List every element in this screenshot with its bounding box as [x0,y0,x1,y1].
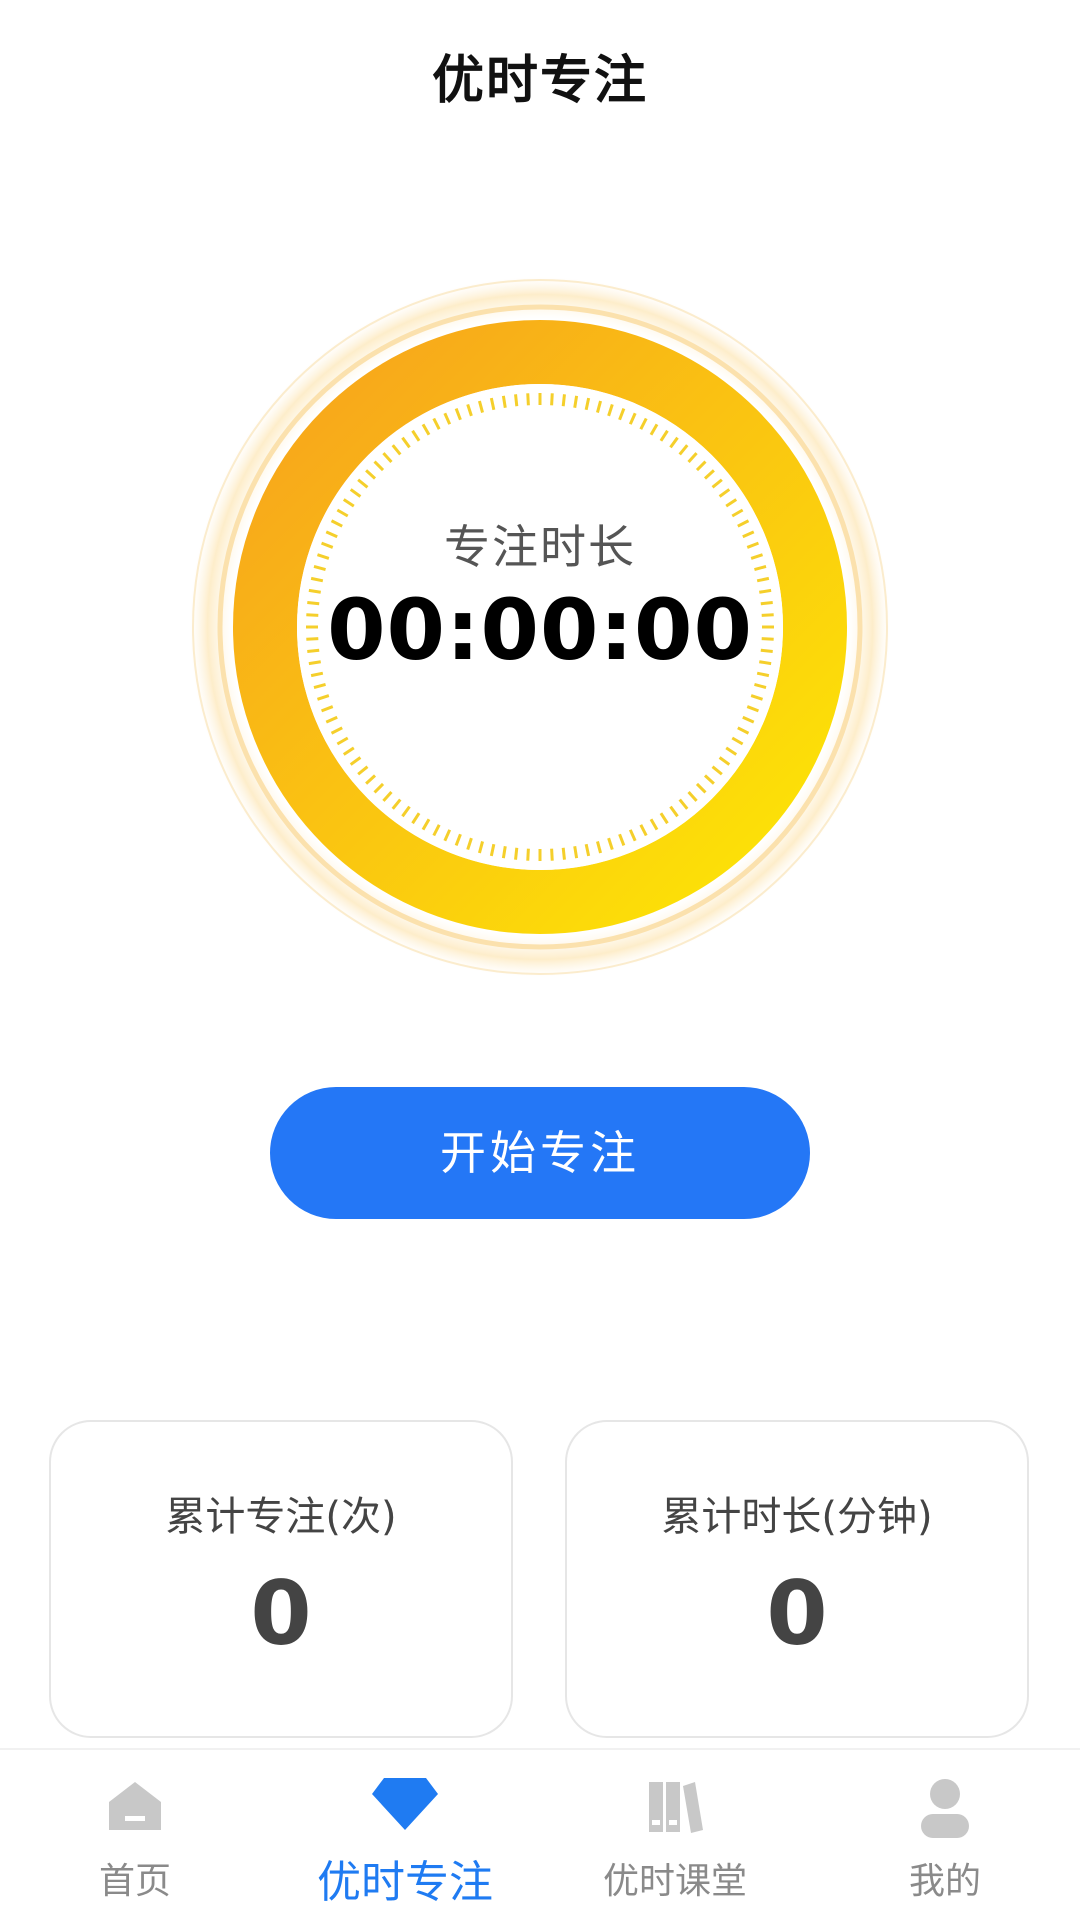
timer-tick [550,393,554,406]
user-icon [810,1776,1080,1846]
stat-card-sessions: 累计专注(次) 0 [49,1420,513,1738]
stat-card-minutes: 累计时长(分钟) 0 [565,1420,1029,1738]
stat-label: 累计专注(次) [165,1494,397,1540]
tab-focus[interactable]: 优时专注 [270,1750,540,1920]
timer-tick [573,395,579,408]
timer-tick [526,393,530,406]
timer-tick [550,848,554,861]
tab-label: 首页 [98,1861,171,1902]
timer-label: 专注时长 [444,520,636,574]
timer-tick [561,847,566,860]
focus-timer-dial: 专注时长 00:00:00 [188,275,892,979]
timer-tick [501,846,507,859]
tab-label: 我的 [908,1861,981,1902]
diamond-icon [270,1776,540,1846]
tab-home[interactable]: 首页 [0,1750,270,1920]
bottom-tab-bar: 首页 优时专注 优时课堂 我的 [0,1748,1080,1920]
timer-tick [514,394,519,407]
stat-value: 0 [766,1562,828,1665]
tab-classroom[interactable]: 优时课堂 [540,1750,810,1920]
timer-tick [573,846,579,859]
tab-label: 优时课堂 [602,1861,747,1902]
focus-page: 优时专注 专注时长 00:00:00 开始专注 累计专注(次) 0 累计时长(分… [0,0,1080,1920]
stat-value: 0 [250,1562,312,1665]
tab-label: 优时专注 [317,1857,493,1908]
timer-tick [561,394,566,407]
timer-tick [514,847,519,860]
tab-mine[interactable]: 我的 [810,1750,1080,1920]
stat-label: 累计时长(分钟) [661,1494,933,1540]
timer-tick [501,395,507,408]
home-icon [0,1776,270,1846]
timer-value: 00:00:00 [327,581,753,679]
start-focus-button[interactable]: 开始专注 [270,1087,810,1219]
page-title: 优时专注 [431,51,648,111]
books-icon [540,1776,810,1846]
timer-tick [526,848,530,861]
